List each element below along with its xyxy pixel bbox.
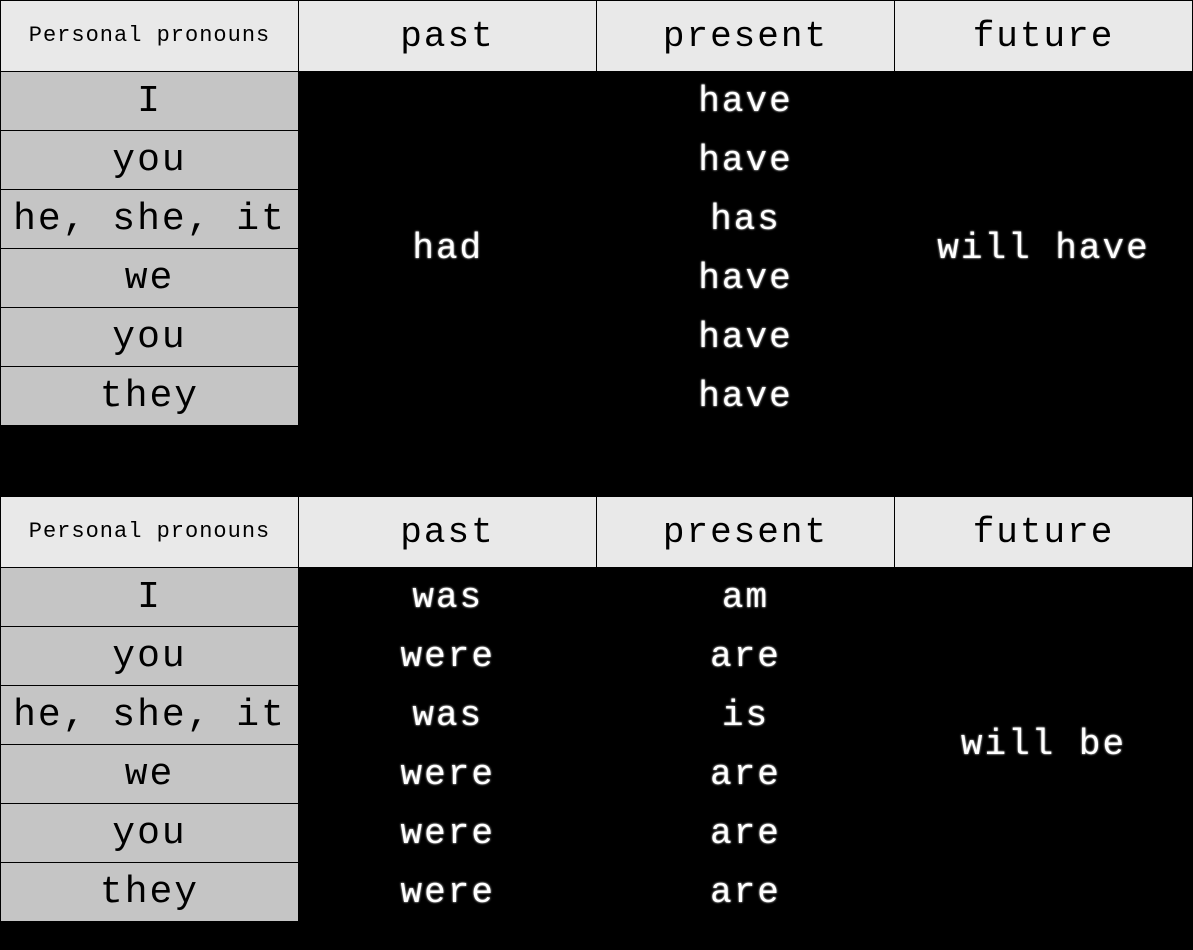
present-cell: have xyxy=(597,72,895,131)
present-cell: have xyxy=(597,367,895,426)
present-cell: are xyxy=(597,863,895,922)
past-cell: was xyxy=(299,568,597,627)
past-cell: had xyxy=(299,72,597,426)
present-cell: am xyxy=(597,568,895,627)
header-past: past xyxy=(299,497,597,568)
present-cell: are xyxy=(597,745,895,804)
past-cell: were xyxy=(299,627,597,686)
table-be: Personal pronouns past present future Iw… xyxy=(0,496,1193,922)
future-cell: will be xyxy=(895,568,1193,922)
present-cell: have xyxy=(597,249,895,308)
pronoun-cell: we xyxy=(1,249,299,308)
past-cell: were xyxy=(299,863,597,922)
header-pronouns: Personal pronouns xyxy=(1,497,299,568)
present-cell: is xyxy=(597,686,895,745)
table-have: Personal pronouns past present future Ih… xyxy=(0,0,1193,426)
pronoun-cell: I xyxy=(1,568,299,627)
pronoun-cell: you xyxy=(1,131,299,190)
header-present: present xyxy=(597,497,895,568)
header-past: past xyxy=(299,1,597,72)
present-cell: are xyxy=(597,804,895,863)
pronoun-cell: I xyxy=(1,72,299,131)
header-present: present xyxy=(597,1,895,72)
pronoun-cell: they xyxy=(1,863,299,922)
table-divider xyxy=(0,426,1193,496)
header-future: future xyxy=(895,497,1193,568)
pronoun-cell: you xyxy=(1,804,299,863)
pronoun-cell: you xyxy=(1,308,299,367)
past-cell: was xyxy=(299,686,597,745)
present-cell: have xyxy=(597,131,895,190)
present-cell: are xyxy=(597,627,895,686)
pronoun-cell: they xyxy=(1,367,299,426)
pronoun-cell: he, she, it xyxy=(1,686,299,745)
future-cell: will have xyxy=(895,72,1193,426)
past-cell: were xyxy=(299,804,597,863)
pronoun-cell: you xyxy=(1,627,299,686)
pronoun-cell: we xyxy=(1,745,299,804)
header-future: future xyxy=(895,1,1193,72)
present-cell: have xyxy=(597,308,895,367)
header-pronouns: Personal pronouns xyxy=(1,1,299,72)
past-cell: were xyxy=(299,745,597,804)
pronoun-cell: he, she, it xyxy=(1,190,299,249)
present-cell: has xyxy=(597,190,895,249)
